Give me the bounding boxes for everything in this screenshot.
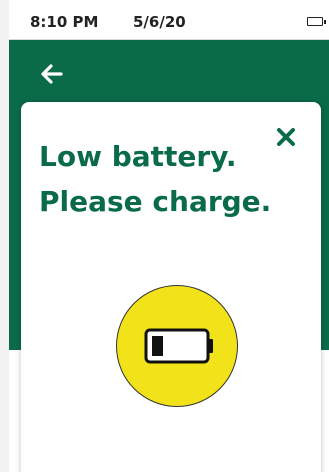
screen: 8:10 PM 5/6/20 Low battery. Please charg… xyxy=(9,0,329,472)
dialog-message-line1: Low battery. xyxy=(39,140,237,173)
dialog-message-line2: Please charge. xyxy=(39,185,272,218)
low-battery-badge xyxy=(116,285,238,407)
status-date: 5/6/20 xyxy=(133,13,186,31)
status-time: 8:10 PM xyxy=(30,13,99,31)
arrow-left-icon[interactable] xyxy=(39,61,65,87)
battery-icon xyxy=(307,17,326,26)
close-icon[interactable] xyxy=(274,125,298,149)
status-bar: 8:10 PM 5/6/20 xyxy=(9,0,329,40)
low-battery-icon xyxy=(144,328,213,363)
